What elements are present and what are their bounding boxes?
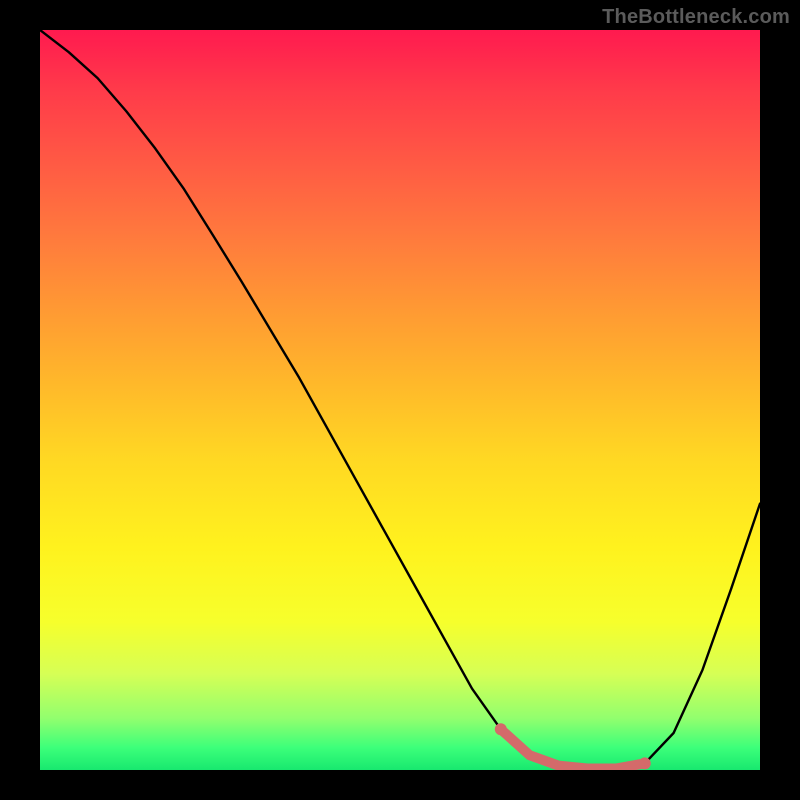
chart-stage: TheBottleneck.com xyxy=(0,0,800,800)
plot-area xyxy=(40,30,760,770)
optimal-band xyxy=(501,729,645,768)
optimal-marker-left xyxy=(495,723,507,735)
optimal-marker-right xyxy=(639,757,651,769)
watermark-text: TheBottleneck.com xyxy=(602,6,790,29)
curve-layer xyxy=(40,30,760,770)
bottleneck-curve xyxy=(40,30,760,769)
